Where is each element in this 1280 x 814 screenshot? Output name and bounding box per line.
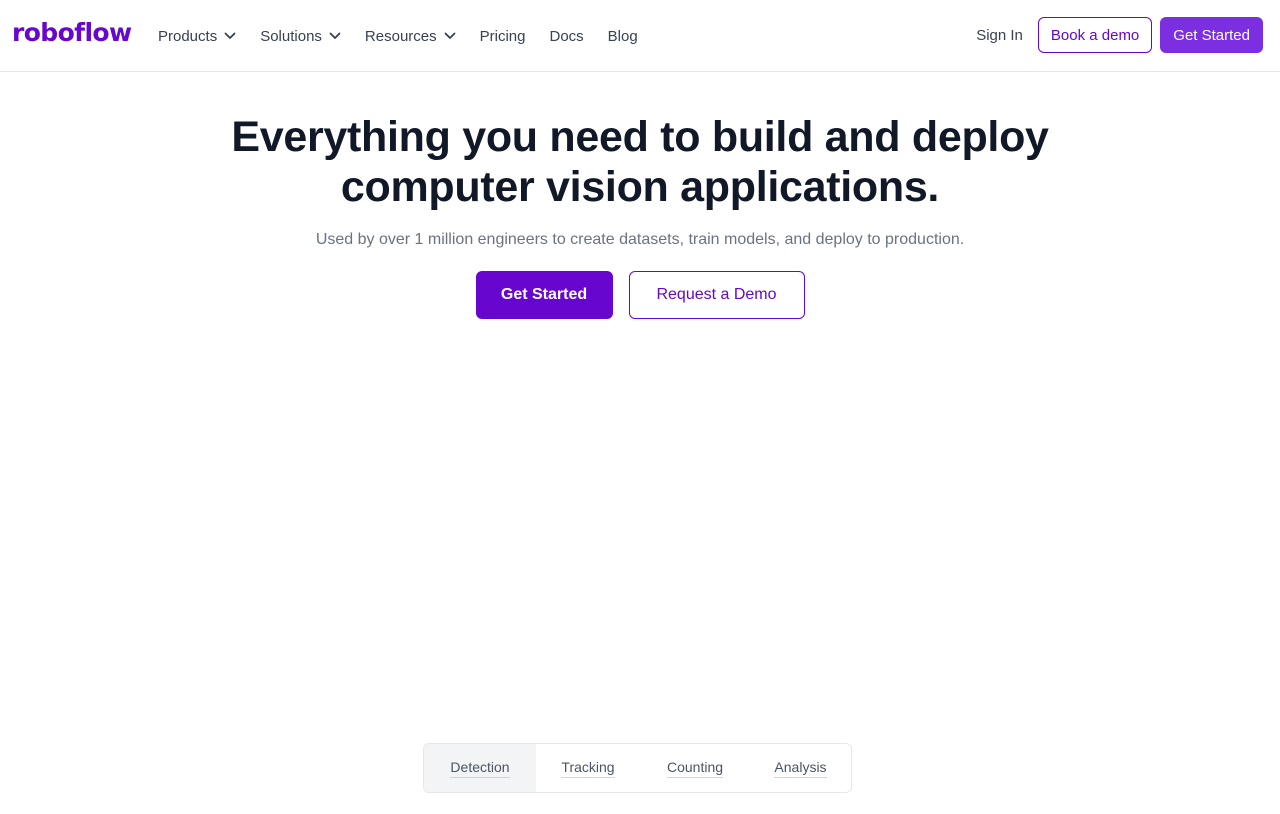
- nav-item-products[interactable]: Products: [158, 28, 236, 45]
- tab-detection[interactable]: Detection: [424, 744, 536, 792]
- nav-item-label: Resources: [364, 27, 437, 45]
- tab-analysis[interactable]: Analysis: [750, 744, 851, 792]
- nav-item-label: Blog: [607, 27, 638, 45]
- main-nav: Products Solutions Resources Pricing Doc…: [158, 0, 662, 72]
- nav-item-label: Solutions: [260, 27, 322, 45]
- nav-item-solutions[interactable]: Solutions: [260, 28, 341, 45]
- nav-item-pricing[interactable]: Pricing: [480, 28, 526, 45]
- use-case-tabs: Detection Tracking Counting Analysis: [423, 743, 852, 793]
- hero-title: Everything you need to build and deploy …: [0, 112, 1280, 212]
- nav-item-label: Pricing: [479, 27, 526, 45]
- tab-label: Analysis: [774, 759, 827, 778]
- chevron-down-icon: [329, 32, 341, 40]
- tab-label: Tracking: [561, 759, 615, 778]
- get-started-nav-button[interactable]: Get Started: [1160, 17, 1263, 53]
- nav-actions: Sign In Book a demo Get Started: [976, 17, 1263, 53]
- tab-tracking[interactable]: Tracking: [536, 744, 640, 792]
- nav-item-label: Docs: [549, 27, 584, 45]
- hero-subtitle: Used by over 1 million engineers to crea…: [315, 231, 965, 248]
- tab-label: Counting: [666, 759, 724, 778]
- chevron-down-icon: [444, 32, 456, 40]
- navbar: roboflow Products Solutions Resources Pr…: [0, 0, 1280, 72]
- nav-item-resources[interactable]: Resources: [365, 28, 456, 45]
- nav-item-docs[interactable]: Docs: [549, 28, 583, 45]
- hero-section: Everything you need to build and deploy …: [0, 112, 1280, 319]
- request-demo-button[interactable]: Request a Demo: [628, 271, 805, 319]
- tab-label: Detection: [450, 759, 510, 778]
- get-started-button[interactable]: Get Started: [475, 271, 613, 319]
- hero-title-line-2: computer vision applications.: [340, 163, 940, 211]
- tab-counting[interactable]: Counting: [640, 744, 750, 792]
- hero-title-line-1: Everything you need to build and deploy: [231, 113, 1049, 161]
- roboflow-logo[interactable]: roboflow: [12, 18, 132, 47]
- sign-in-link[interactable]: Sign In: [976, 27, 1023, 44]
- nav-item-label: Products: [158, 27, 218, 45]
- book-demo-button[interactable]: Book a demo: [1037, 17, 1153, 53]
- nav-item-blog[interactable]: Blog: [608, 28, 638, 45]
- chevron-down-icon: [224, 32, 236, 40]
- hero-actions: Get Started Request a Demo: [0, 271, 1280, 319]
